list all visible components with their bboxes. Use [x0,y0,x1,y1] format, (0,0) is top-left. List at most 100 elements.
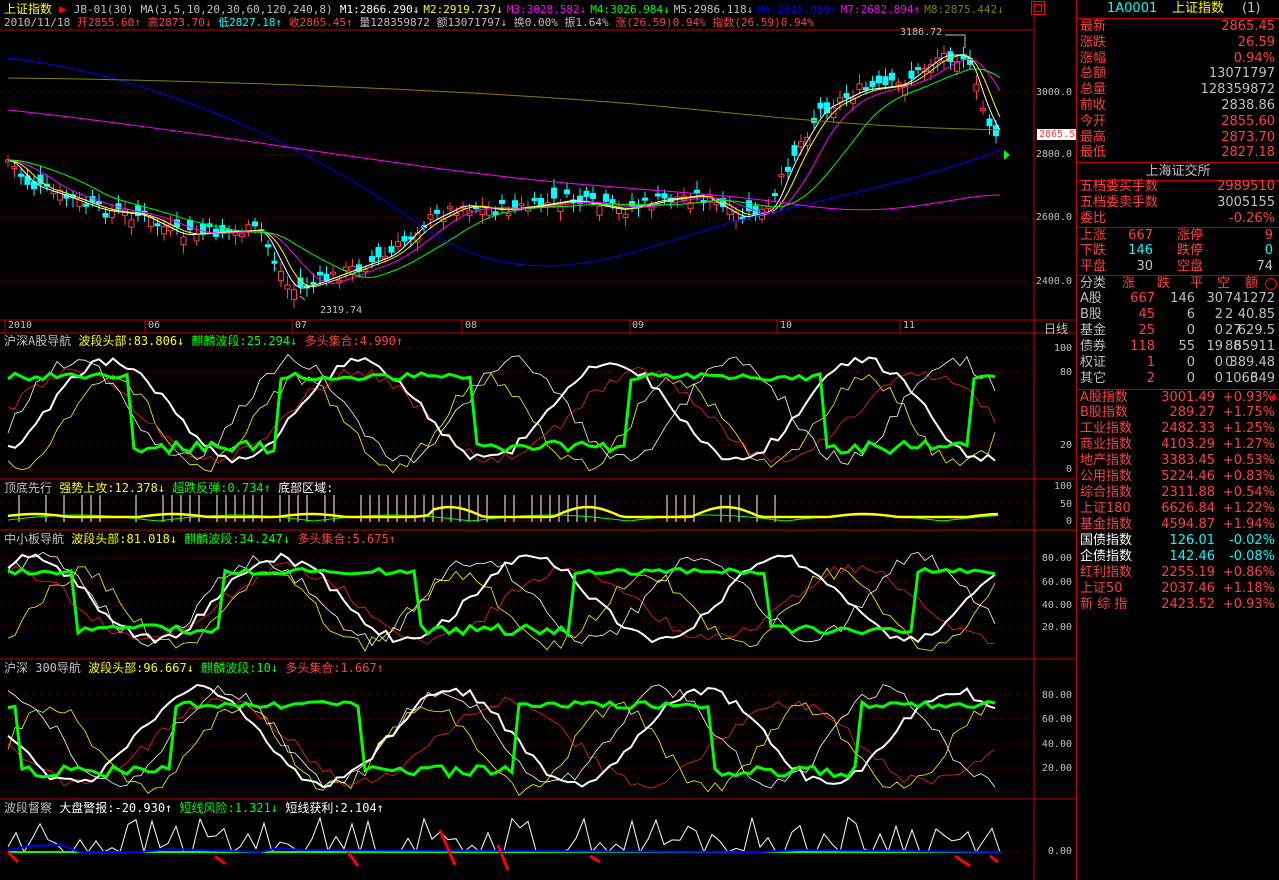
axis-label: 100 [1053,481,1072,492]
osc-line [7,816,1001,854]
month-label: 07 [295,320,308,331]
quote-label: 总量 [1080,82,1107,98]
candle [785,166,791,172]
category-cell: 1 [1146,355,1155,370]
high-annotation: 3186.72 [900,27,943,38]
breadth-value: 0 [1264,243,1273,258]
candle [694,189,700,194]
axis-label: 60.00 [1041,577,1072,588]
panel5-title: 波段督察 大盘警报:-20.930↑ 短线风险:1.321↓ 短线获利:2.10… [4,801,384,815]
breadth-label: 跌停 [1177,243,1204,258]
quote-value: 3005155 [1217,195,1275,210]
candle [427,214,434,220]
candle [889,72,895,81]
ma-line [7,57,1001,267]
candle [791,145,798,156]
index-row[interactable]: 地产指数 3383.45 +0.53% [1077,453,1279,469]
category-cell: 349 [1250,371,1275,386]
category-cell: 30 [1206,291,1223,306]
osc-line [7,505,999,519]
index-row[interactable]: 基金指数 4594.87 +1.94% [1077,517,1279,533]
month-label: 11 [903,320,916,331]
category-cell: B股 [1080,307,1102,322]
cursor-marker [1004,150,1010,160]
alarm-mark [438,829,457,866]
quote-value: 2827.18 [1221,145,1275,161]
panel2-bottom: 底部区域: [278,481,334,495]
category-cell: 74 [1225,291,1242,306]
quote-row: 总额 13071797 [1077,66,1279,82]
index-row[interactable]: 企债指数 142.46 -0.08% [1077,549,1279,565]
panel2-rebound: 超跌反弹:0.734↑ [172,481,271,495]
index-name: A股指数 [1080,390,1128,405]
candle [843,93,850,99]
category-cell: 1272 [1241,291,1275,306]
index-row[interactable]: 红利指数 2255.19 +0.86% [1077,565,1279,581]
quote-label: 最低 [1080,145,1107,161]
panel2-title: 顶底先行 强势上攻:12.378↓ 超跌反弹:0.734↑ 底部区域: [4,481,333,495]
index-name: 国债指数 [1080,533,1133,548]
index-row[interactable]: 综合指数 2311.88 +0.54% [1077,485,1279,501]
index-row[interactable]: 上证50 2037.46 +1.18% [1077,581,1279,597]
alarm-mark [496,844,510,871]
breadth-label: 空盘 [1177,259,1204,274]
category-cell: 债券 [1080,339,1107,354]
candle [837,97,843,103]
category-header: 分类涨 跌 平空额 [1077,275,1279,292]
quote-value: 2855.60 [1221,113,1275,129]
candle [895,82,902,86]
index-change: -0.02% [1229,533,1275,548]
index-row[interactable]: 公用指数 5224.46 +0.83% [1077,469,1279,485]
ma-line [7,109,1001,211]
expand-icon[interactable] [1265,278,1277,290]
scroll-up-icon[interactable]: ▲ [1271,391,1277,400]
category-cell: 0 [1186,371,1195,386]
index-value: 2311.88 [1161,485,1215,500]
quote-value: 2989510 [1217,179,1275,194]
period-label[interactable]: 日线 [1044,320,1068,337]
category-col: 分类 [1080,276,1107,291]
index-row[interactable]: A股指数 3001.49 +0.93% [1077,389,1279,406]
candle [499,199,505,204]
index-change: +1.94% [1222,517,1275,532]
osc-line [7,843,1001,854]
candle [161,225,167,235]
index-value: 289.27 [1169,405,1216,420]
index-change: +1.75% [1222,405,1275,420]
candle [531,197,538,201]
osc-line [7,699,996,780]
candle [271,260,278,264]
category-cell: 0 [1186,323,1195,338]
index-row[interactable]: 新 综 指 2423.52 +0.93% [1077,597,1279,613]
month-label: 2010 [8,320,33,331]
candle [284,284,291,290]
index-row[interactable]: 工业指数 2482.33 +1.25% [1077,421,1279,437]
index-name: 企债指数 [1080,549,1133,564]
index-name: 商业指数 [1080,437,1133,452]
breadth-value: 667 [1128,228,1153,243]
breadth-value: 74 [1256,259,1273,274]
index-row[interactable]: B股指数 289.27 +1.75% [1077,405,1279,421]
axis-label: 80.00 [1041,690,1072,701]
low-annotation: 2319.74 [320,305,363,316]
index-row[interactable]: 上证180 6626.84 +1.22% [1077,501,1279,517]
quote-value: 128359872 [1200,82,1275,98]
candle [622,213,629,219]
index-change: +0.86% [1222,565,1275,580]
category-cell: 55 [1178,339,1195,354]
index-row[interactable]: 商业指数 4103.29 +1.27% [1077,437,1279,453]
index-row[interactable]: 国债指数 126.01 -0.02% [1077,533,1279,549]
candle [973,83,980,92]
breadth-label: 平盘 [1080,259,1107,274]
quote-row: 涨跌 26.59 [1077,35,1279,51]
breadth-row: 下跌 146 跌停 0 [1077,243,1279,259]
chart-area[interactable]: 上证指数 ▶ JB-01(30) MA(3,5,10,20,30,60,120,… [0,0,1078,880]
kline-chart[interactable] [0,0,1076,880]
candle [661,193,668,199]
index-value: 5224.46 [1161,469,1215,484]
panel5-name: 波段督察 [4,801,53,815]
ma-line [7,58,1001,284]
index-name: 综合指数 [1080,485,1133,500]
alarm-mark [346,851,360,867]
index-value: 4103.29 [1161,437,1215,452]
